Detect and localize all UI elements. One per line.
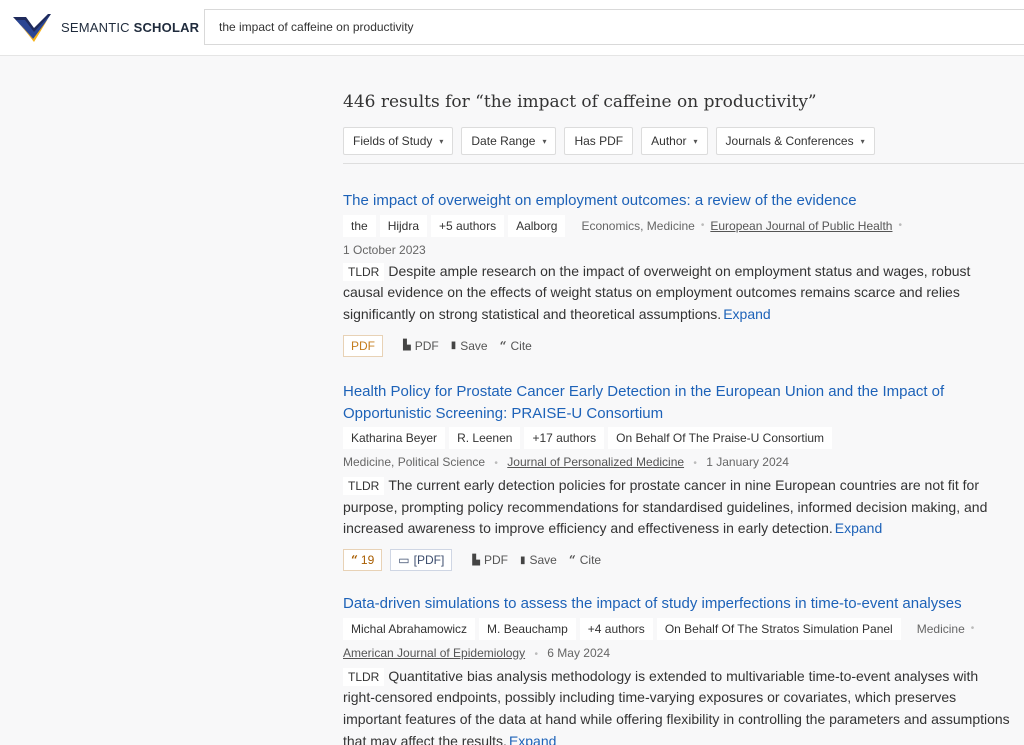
fields-of-study: Medicine [916, 621, 965, 636]
filter-author[interactable]: Author ▾ [641, 127, 708, 155]
pdf-button[interactable]: ▙ PDF [403, 339, 439, 353]
chevron-down-icon: ▾ [439, 136, 444, 146]
document-icon: ▙ [403, 340, 411, 352]
separator-dot: • [970, 623, 975, 634]
venue-link[interactable]: Journal of Personalized Medicine [507, 455, 684, 469]
tldr-text: TLDR Quantitative bias analysis methodolo… [343, 666, 1013, 745]
search-input[interactable] [205, 10, 1024, 44]
paper-meta: Michal Abrahamowicz M. Beauchamp +4 auth… [343, 617, 1013, 640]
chevron-down-icon: ▾ [542, 136, 547, 146]
results-count: 446 results for “the impact of caffeine … [343, 92, 817, 112]
bookmark-icon: ▮ [450, 340, 457, 352]
publisher-icon: ▭ [398, 553, 410, 568]
semantic-scholar-logo-icon[interactable] [12, 11, 52, 43]
venue-link[interactable]: American Journal of Epidemiology [343, 646, 525, 660]
separator-dot: • [534, 648, 538, 660]
paper-title[interactable]: The impact of overweight on employment o… [343, 190, 1013, 212]
bookmark-icon: ▮ [519, 554, 526, 566]
more-authors-chip[interactable]: +4 authors [579, 617, 653, 640]
author-chip[interactable]: Michal Abrahamowicz [343, 617, 476, 640]
author-chip[interactable]: On Behalf Of The Stratos Simulation Pane… [656, 617, 901, 640]
tldr-text: TLDR Despite ample research on the impact… [343, 262, 971, 322]
filter-fields-of-study[interactable]: Fields of Study ▾ [343, 127, 454, 155]
pdf-button[interactable]: ▙ PDF [472, 553, 508, 567]
results-area: 446 results for “the impact of caffeine … [0, 57, 1024, 745]
cite-button[interactable]: “Cite [569, 553, 601, 567]
quote-icon: “ [499, 338, 507, 353]
save-button[interactable]: ▮ Save [451, 339, 488, 353]
paper-title[interactable]: Health Policy for Prostate Cancer Early … [343, 381, 1013, 424]
filter-journals-conferences[interactable]: Journals & Conferences ▾ [715, 127, 875, 155]
paper-title[interactable]: Data-driven simulations to assess the im… [343, 593, 1013, 615]
filter-bar: Fields of Study ▾ Date Range ▾ Has PDF Aut… [343, 127, 875, 155]
search-box[interactable] [204, 9, 1024, 45]
author-chip[interactable]: On Behalf Of The Praise-U Consortium [608, 427, 833, 449]
author-chip[interactable]: R. Leenen [449, 427, 521, 449]
paper-result: Health Policy for Prostate Cancer Early … [343, 381, 1013, 572]
filter-has-pdf[interactable]: Has PDF [564, 127, 634, 155]
paper-meta-line: American Journal of Epidemiology • 6 May… [343, 646, 1013, 662]
chevron-down-icon: ▾ [860, 136, 865, 146]
paper-meta: the Hijdra +5 authors Aalborg Economics,… [343, 214, 1013, 237]
paper-actions: “19 ▭ [PDF] ▙ PDF ▮ Save “Cite [343, 549, 1013, 572]
quote-icon: “ [351, 553, 358, 568]
publication-date: 6 May 2024 [547, 645, 611, 660]
chevron-down-icon: ▾ [693, 136, 698, 146]
divider [343, 163, 1024, 164]
author-chip[interactable]: Hijdra [379, 214, 428, 237]
author-chip[interactable]: Katharina Beyer [343, 427, 446, 449]
expand-link[interactable]: Expand [835, 520, 882, 536]
brand-name[interactable]: SEMANTIC SCHOLAR [61, 20, 199, 35]
quote-icon: “ [568, 553, 576, 568]
pdf-badge-button[interactable]: PDF [343, 334, 383, 357]
separator-dot: • [693, 458, 697, 469]
more-authors-chip[interactable]: +17 authors [524, 427, 605, 449]
paper-result: The impact of overweight on employment o… [343, 190, 1013, 357]
separator-dot: • [494, 458, 498, 469]
filter-date-range[interactable]: Date Range ▾ [461, 127, 557, 155]
paper-meta-line: Medicine, Political Science • Journal of… [343, 455, 1013, 471]
tldr-badge: TLDR [343, 667, 385, 686]
cite-button[interactable]: “Cite [500, 339, 532, 353]
separator-dot: • [700, 220, 705, 231]
author-chip[interactable]: M. Beauchamp [479, 617, 576, 640]
publication-date: 1 October 2023 [343, 242, 426, 257]
separator-dot: • [898, 220, 902, 231]
publication-date: 1 January 2024 [706, 455, 789, 469]
save-button[interactable]: ▮ Save [520, 553, 557, 567]
tldr-badge: TLDR [343, 477, 385, 495]
expand-link[interactable]: Expand [723, 306, 770, 322]
tldr-badge: TLDR [343, 262, 385, 281]
document-icon: ▙ [472, 554, 480, 566]
pdf-source-button[interactable]: ▭ [PDF] [390, 549, 453, 572]
fields-of-study: Medicine, Political Science [343, 455, 486, 469]
author-chip[interactable]: Aalborg [508, 214, 566, 237]
paper-result: Data-driven simulations to assess the im… [343, 593, 1013, 745]
citation-count-button[interactable]: “19 [343, 549, 383, 572]
tldr-text: TLDR The current early detection policies… [343, 477, 988, 537]
fields-of-study: Economics, Medicine [581, 218, 695, 233]
author-chip[interactable]: the [343, 214, 376, 237]
paper-meta: Katharina Beyer R. Leenen +17 authors On… [343, 427, 1013, 449]
paper-actions: PDF ▙ PDF ▮ Save “Cite [343, 334, 1013, 357]
expand-link[interactable]: Expand [509, 733, 556, 745]
top-bar: SEMANTIC SCHOLAR [0, 0, 1024, 56]
venue-link[interactable]: European Journal of Public Health [710, 219, 892, 233]
more-authors-chip[interactable]: +5 authors [431, 214, 505, 237]
